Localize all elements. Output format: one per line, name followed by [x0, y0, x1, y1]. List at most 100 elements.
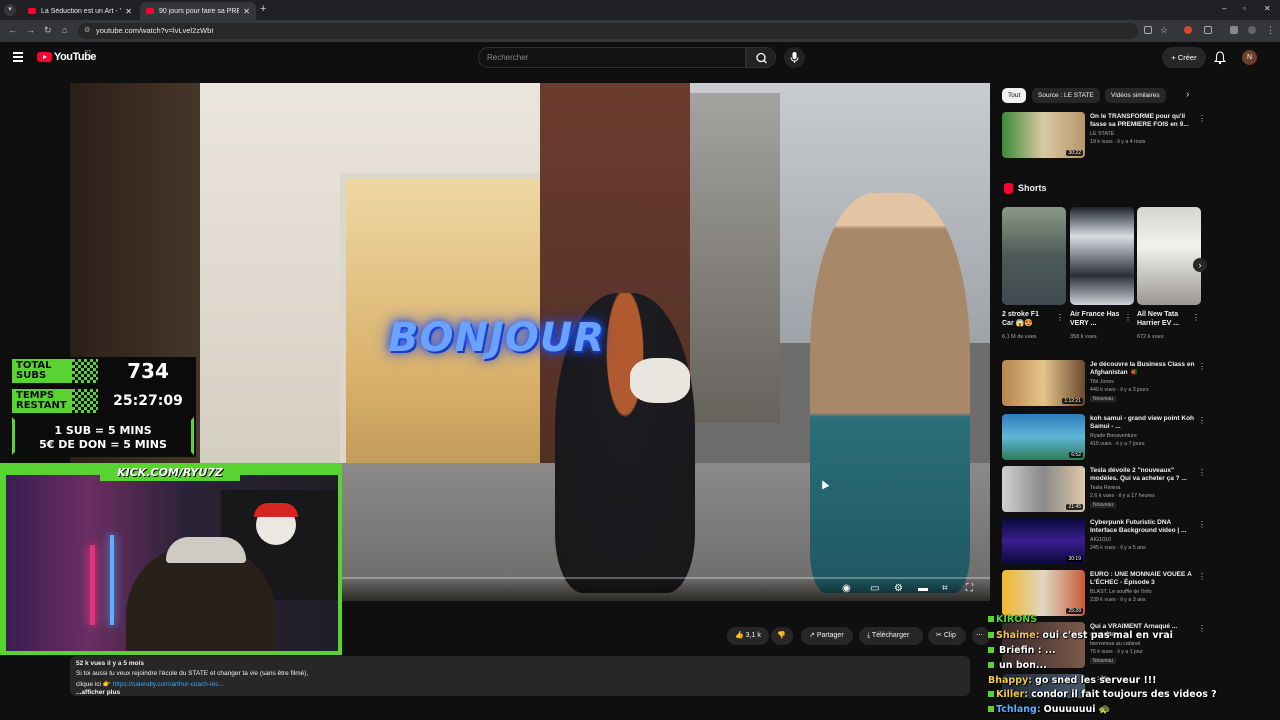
more-options-icon[interactable]: ⋮ [1198, 114, 1206, 123]
description-link[interactable]: https://calendly.com/arthur-coach-les... [113, 681, 224, 688]
video-description[interactable]: 52 k vues il y a 5 mois Si toi aussi tu … [70, 656, 970, 696]
media-icon[interactable] [1230, 26, 1238, 34]
video-thumbnail[interactable]: 25:28 [1002, 570, 1085, 616]
video-title[interactable]: Je découvre la Business Class en Afghani… [1090, 361, 1196, 377]
channel-name[interactable]: Tibi Jones [1090, 379, 1114, 385]
chip-source[interactable]: Source : LE STATE [1032, 88, 1100, 103]
more-options-icon[interactable]: ⋮ [1198, 468, 1206, 477]
recommended-video[interactable]: 21:45 Tesla dévoile 2 "nouveaux" modèles… [1002, 466, 1206, 514]
more-options-icon[interactable]: ⋮ [1198, 624, 1206, 633]
download-button[interactable]: ⤓ Télécharger [859, 627, 923, 645]
cast-icon[interactable] [1144, 26, 1152, 34]
chat-badge-icon [988, 647, 994, 653]
share-button[interactable]: ↗ Partager [801, 627, 853, 645]
more-options-icon[interactable]: ⋮ [1198, 572, 1206, 581]
extensions-puzzle-icon[interactable] [1204, 26, 1212, 34]
subathon-rules: 1 SUB = 5 MINS 5€ DE DON = 5 MINS [12, 417, 194, 455]
channel-name[interactable]: LE STATE [1090, 131, 1114, 137]
short-title[interactable]: All New Tata Harrier EV ... [1137, 310, 1187, 328]
close-tab-icon[interactable]: ✕ [243, 7, 250, 16]
recommended-video[interactable]: 1:12:21 Je découvre la Business Class en… [1002, 360, 1206, 408]
recommended-video[interactable]: 6:52 koh samui - grand view point Koh Sa… [1002, 414, 1206, 462]
short-title[interactable]: Air France Has VERY ... [1070, 310, 1120, 328]
forward-icon[interactable]: → [26, 25, 35, 35]
back-icon[interactable]: ← [8, 25, 17, 35]
bookmark-icon[interactable]: ☆ [1160, 25, 1168, 36]
channel-name[interactable]: AIG1010 [1090, 537, 1111, 543]
create-label: Créer [1177, 53, 1197, 62]
cast-icon[interactable]: ⌗ [942, 583, 948, 594]
subtitles-icon[interactable]: ▭ [870, 583, 879, 594]
recommended-video[interactable]: 30:19 Cyberpunk Futuristic DNA Interface… [1002, 518, 1206, 566]
theater-mode-icon[interactable]: ▬ [918, 583, 928, 594]
create-button[interactable]: + Créer [1162, 47, 1206, 68]
video-title[interactable]: Cyberpunk Futuristic DNA Interface Backg… [1090, 519, 1196, 535]
show-more-link[interactable]: ...afficher plus [76, 689, 120, 696]
video-thumbnail[interactable]: 30:19 [1002, 518, 1085, 564]
tab-search-button[interactable]: ▾ [4, 4, 16, 16]
hamburger-menu-icon[interactable] [13, 52, 23, 64]
channel-name[interactable]: BLAST, Le souffle de l'info [1090, 589, 1152, 595]
chevron-right-icon[interactable]: › [1186, 89, 1189, 100]
channel-name[interactable]: bienvenue au cabinet [1090, 641, 1140, 647]
video-thumbnail[interactable]: 1:12:21 [1002, 360, 1085, 406]
youtube-logo-icon[interactable] [37, 52, 52, 62]
more-options-icon[interactable]: ⋮ [1192, 313, 1200, 322]
home-icon[interactable]: ⌂ [62, 25, 67, 35]
recommended-video[interactable]: 25:28 EURO : UNE MONNAIE VOUÉE À L'ÉCHEC… [1002, 570, 1206, 618]
chip-all[interactable]: Tout [1002, 88, 1027, 103]
menu-dots-icon[interactable]: ⋮ [1266, 25, 1275, 36]
like-button[interactable]: 👍 3,1 k [727, 627, 769, 645]
video-title[interactable]: EURO : UNE MONNAIE VOUÉE À L'ÉCHEC - Épi… [1090, 571, 1196, 587]
time-remaining-value: 25:27:09 [113, 393, 183, 409]
reload-icon[interactable]: ↻ [44, 25, 52, 36]
search-button[interactable] [746, 47, 776, 68]
browser-tab[interactable]: La Séduction est un Art - YouTube ✕ [22, 2, 138, 20]
fullscreen-icon[interactable]: ⛶ [966, 583, 973, 594]
tab-title: 90 jours pour faire sa PREMIERE... [159, 7, 240, 15]
new-tab-icon[interactable]: + [260, 3, 266, 15]
voice-search-button[interactable] [784, 47, 805, 68]
video-title[interactable]: On le TRANSFORME pour qu'il fasse sa PRE… [1090, 113, 1196, 129]
chip-related[interactable]: Vidéos similaires [1105, 88, 1166, 103]
profile-icon[interactable] [1248, 26, 1256, 34]
channel-name[interactable]: Ryade Bonaventure [1090, 433, 1137, 439]
video-title[interactable]: Tesla dévoile 2 "nouveaux" modèles. Qui … [1090, 467, 1196, 483]
site-info-icon[interactable]: ⚙ [84, 26, 90, 34]
close-tab-icon[interactable]: ✕ [125, 7, 132, 16]
chat-username: KIRONS [996, 614, 1038, 625]
search-input[interactable]: Rechercher [478, 47, 746, 68]
channel-name[interactable]: Tesla Riviera [1090, 485, 1120, 491]
extension-icon[interactable] [1184, 26, 1192, 34]
more-options-icon[interactable]: ⋮ [1124, 313, 1132, 322]
screen: ▾ La Séduction est un Art - YouTube ✕ 90… [0, 0, 1280, 720]
video-thumbnail[interactable]: 21:45 [1002, 466, 1085, 512]
account-avatar[interactable]: N [1242, 50, 1257, 65]
browser-tab-active[interactable]: 90 jours pour faire sa PREMIERE... ✕ [140, 2, 256, 20]
close-window-icon[interactable]: ✕ [1264, 4, 1271, 13]
more-options-icon[interactable]: ⋮ [1198, 416, 1206, 425]
more-options-icon[interactable]: ⋮ [1198, 520, 1206, 529]
short-thumbnail[interactable] [1070, 207, 1134, 305]
maximize-icon[interactable]: ▫ [1243, 4, 1246, 13]
address-bar[interactable]: youtube.com/watch?v=lvLvel2zWbI [78, 23, 1138, 39]
like-count: 3,1 k [745, 632, 761, 639]
video-thumbnail[interactable]: 30:22 [1002, 112, 1085, 158]
clip-label: Clip [943, 632, 956, 639]
shorts-next-icon[interactable]: › [1193, 258, 1207, 272]
video-thumbnail[interactable]: 6:52 [1002, 414, 1085, 460]
more-options-icon[interactable]: ⋮ [1056, 313, 1064, 322]
dislike-button[interactable]: 👎 [771, 627, 793, 645]
short-title[interactable]: 2 stroke F1 Car 😱😍 [1002, 310, 1052, 328]
video-title[interactable]: koh samui - grand view point Koh Samui -… [1090, 415, 1196, 431]
more-options-icon[interactable]: ⋮ [1198, 362, 1206, 371]
minimize-icon[interactable]: – [1222, 4, 1226, 13]
short-thumbnail[interactable] [1002, 207, 1066, 305]
autoplay-toggle-icon[interactable]: ◉ [842, 583, 851, 594]
short-thumbnail[interactable] [1137, 207, 1201, 305]
settings-gear-icon[interactable]: ⚙ [894, 583, 903, 594]
clip-button[interactable]: ✂ Clip [928, 627, 966, 645]
recommended-video[interactable]: 30:22 On le TRANSFORME pour qu'il fasse … [1002, 112, 1206, 160]
notifications-bell-icon[interactable] [1214, 51, 1226, 65]
checker-pattern [72, 359, 102, 383]
